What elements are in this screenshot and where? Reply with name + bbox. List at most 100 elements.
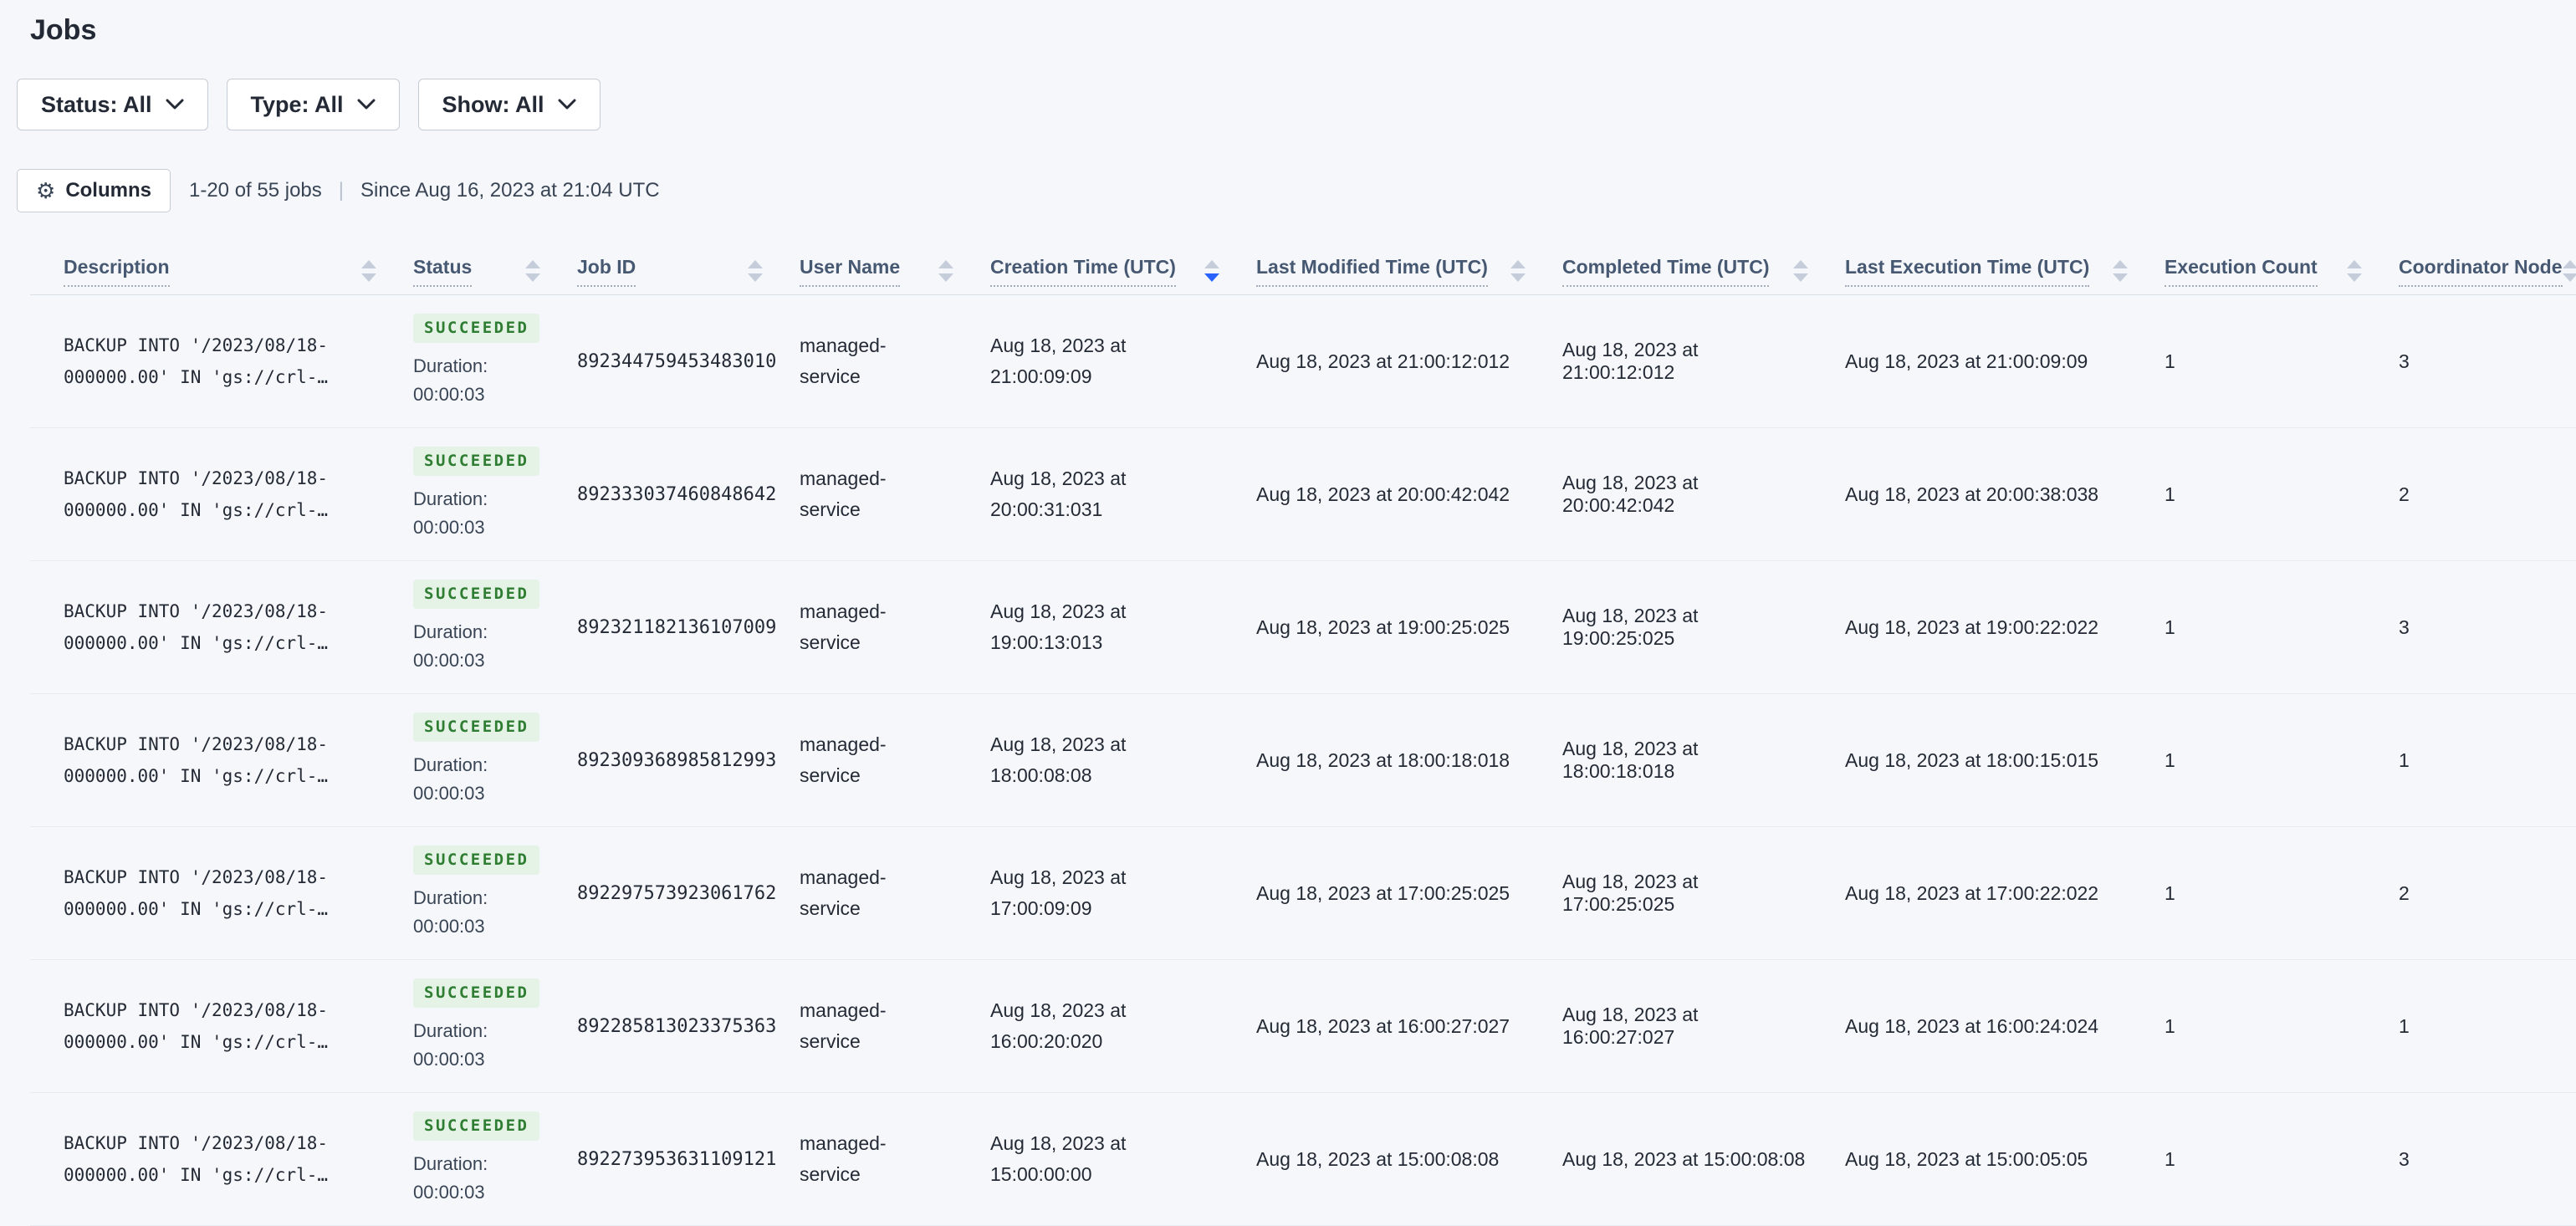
completed-time: Aug 18, 2023 at 21:00:12:012 xyxy=(1562,339,1845,384)
table-header-row: Description Status Job ID User Name Crea… xyxy=(30,248,2576,295)
last-modified-time: Aug 18, 2023 at 15:00:08:08 xyxy=(1256,1148,1562,1171)
job-duration: Duration: 00:00:03 xyxy=(413,352,488,409)
sort-down-icon xyxy=(2563,273,2576,282)
completed-time: Aug 18, 2023 at 16:00:27:027 xyxy=(1562,1004,1845,1049)
column-header-label: Creation Time (UTC) xyxy=(990,256,1176,287)
sort-down-icon xyxy=(1510,273,1526,282)
user-name: managed- service xyxy=(800,995,990,1057)
status-badge: SUCCEEDED xyxy=(413,845,539,875)
status-badge: SUCCEEDED xyxy=(413,978,539,1008)
status-filter-dropdown[interactable]: Status: All xyxy=(17,79,208,130)
completed-time: Aug 18, 2023 at 20:00:42:042 xyxy=(1562,472,1845,517)
sort-arrows-icon[interactable] xyxy=(2563,260,2576,282)
job-description[interactable]: BACKUP INTO '/2023/08/18- 000000.00' IN … xyxy=(64,1127,413,1191)
execution-count: 1 xyxy=(2165,616,2399,639)
sort-down-icon xyxy=(361,273,376,282)
sort-arrows-icon[interactable] xyxy=(361,260,376,282)
sort-down-icon xyxy=(2113,273,2128,282)
column-header-job-id[interactable]: Job ID xyxy=(577,256,800,287)
sort-down-icon xyxy=(1793,273,1808,282)
sort-arrows-icon[interactable] xyxy=(525,260,540,282)
coordinator-node: 3 xyxy=(2399,1148,2566,1171)
gear-icon: ⚙ xyxy=(36,180,55,202)
column-header-completed-time[interactable]: Completed Time (UTC) xyxy=(1562,256,1845,287)
job-id: 892297573923061762 xyxy=(577,883,800,904)
column-header-execution-count[interactable]: Execution Count xyxy=(2165,256,2399,287)
job-duration: Duration: 00:00:03 xyxy=(413,485,488,542)
status-badge: SUCCEEDED xyxy=(413,713,539,742)
job-status-cell: SUCCEEDED Duration: 00:00:03 xyxy=(413,845,577,941)
column-header-user-name[interactable]: User Name xyxy=(800,256,990,287)
execution-count: 1 xyxy=(2165,882,2399,905)
column-header-label: Job ID xyxy=(577,256,636,287)
sort-down-icon xyxy=(2347,273,2362,282)
sort-arrows-icon[interactable] xyxy=(1510,260,1526,282)
show-filter-dropdown[interactable]: Show: All xyxy=(418,79,601,130)
last-modified-time: Aug 18, 2023 at 20:00:42:042 xyxy=(1256,483,1562,506)
jobs-table: Description Status Job ID User Name Crea… xyxy=(30,248,2576,1226)
sort-down-icon xyxy=(748,273,763,282)
last-modified-time: Aug 18, 2023 at 19:00:25:025 xyxy=(1256,616,1562,639)
execution-count: 1 xyxy=(2165,1015,2399,1038)
status-badge: SUCCEEDED xyxy=(413,447,539,476)
creation-time: Aug 18, 2023 at 17:00:09:09 xyxy=(990,862,1256,924)
status-badge: SUCCEEDED xyxy=(413,1111,539,1141)
table-row: BACKUP INTO '/2023/08/18- 000000.00' IN … xyxy=(30,1093,2576,1226)
column-header-creation-time[interactable]: Creation Time (UTC) xyxy=(990,256,1256,287)
last-execution-time: Aug 18, 2023 at 20:00:38:038 xyxy=(1845,483,2165,506)
sort-up-icon xyxy=(2113,260,2128,268)
job-status-cell: SUCCEEDED Duration: 00:00:03 xyxy=(413,713,577,808)
job-description[interactable]: BACKUP INTO '/2023/08/18- 000000.00' IN … xyxy=(64,728,413,792)
creation-time: Aug 18, 2023 at 19:00:13:013 xyxy=(990,596,1256,658)
sort-arrows-icon[interactable] xyxy=(748,260,763,282)
sort-arrows-icon[interactable] xyxy=(938,260,953,282)
last-modified-time: Aug 18, 2023 at 21:00:12:012 xyxy=(1256,350,1562,373)
sort-up-icon xyxy=(938,260,953,268)
job-id: 892333037460848642 xyxy=(577,484,800,505)
column-header-last-execution-time[interactable]: Last Execution Time (UTC) xyxy=(1845,256,2165,287)
last-execution-time: Aug 18, 2023 at 19:00:22:022 xyxy=(1845,616,2165,639)
table-row: BACKUP INTO '/2023/08/18- 000000.00' IN … xyxy=(30,295,2576,428)
columns-button[interactable]: ⚙ Columns xyxy=(17,169,171,212)
creation-time: Aug 18, 2023 at 20:00:31:031 xyxy=(990,463,1256,525)
filter-label: Type: All xyxy=(251,92,344,118)
sort-arrows-icon[interactable] xyxy=(1793,260,1808,282)
coordinator-node: 3 xyxy=(2399,616,2566,639)
job-description[interactable]: BACKUP INTO '/2023/08/18- 000000.00' IN … xyxy=(64,462,413,526)
sort-up-icon xyxy=(2347,260,2362,268)
last-execution-time: Aug 18, 2023 at 21:00:09:09 xyxy=(1845,350,2165,373)
sort-arrows-icon[interactable] xyxy=(2347,260,2362,282)
status-badge: SUCCEEDED xyxy=(413,314,539,343)
job-description[interactable]: BACKUP INTO '/2023/08/18- 000000.00' IN … xyxy=(64,329,413,393)
sort-arrows-icon[interactable] xyxy=(2113,260,2128,282)
job-id: 892285813023375363 xyxy=(577,1016,800,1037)
column-header-label: Last Execution Time (UTC) xyxy=(1845,256,2089,287)
table-row: BACKUP INTO '/2023/08/18- 000000.00' IN … xyxy=(30,561,2576,694)
column-header-last-modified-time[interactable]: Last Modified Time (UTC) xyxy=(1256,256,1562,287)
column-header-label: Status xyxy=(413,256,472,287)
column-header-description[interactable]: Description xyxy=(64,256,413,287)
sort-up-icon xyxy=(1204,260,1219,268)
column-header-coordinator-node[interactable]: Coordinator Node xyxy=(2399,256,2566,287)
user-name: managed- service xyxy=(800,330,990,392)
job-description[interactable]: BACKUP INTO '/2023/08/18- 000000.00' IN … xyxy=(64,994,413,1058)
column-header-label: Last Modified Time (UTC) xyxy=(1256,256,1488,287)
columns-button-label: Columns xyxy=(65,179,151,202)
job-status-cell: SUCCEEDED Duration: 00:00:03 xyxy=(413,447,577,542)
sort-arrows-icon[interactable] xyxy=(1204,260,1219,282)
creation-time: Aug 18, 2023 at 21:00:09:09 xyxy=(990,330,1256,392)
job-description[interactable]: BACKUP INTO '/2023/08/18- 000000.00' IN … xyxy=(64,861,413,925)
user-name: managed- service xyxy=(800,862,990,924)
completed-time: Aug 18, 2023 at 15:00:08:08 xyxy=(1562,1148,1845,1171)
filter-label: Show: All xyxy=(442,92,544,118)
page-title: Jobs xyxy=(30,12,2576,49)
job-duration: Duration: 00:00:03 xyxy=(413,1017,488,1074)
table-row: BACKUP INTO '/2023/08/18- 000000.00' IN … xyxy=(30,694,2576,827)
job-description[interactable]: BACKUP INTO '/2023/08/18- 000000.00' IN … xyxy=(64,595,413,659)
toolbar-separator: | xyxy=(339,179,344,202)
column-header-status[interactable]: Status xyxy=(413,256,577,287)
jobs-count: 1-20 of 55 jobs xyxy=(189,179,322,202)
type-filter-dropdown[interactable]: Type: All xyxy=(227,79,400,130)
table-row: BACKUP INTO '/2023/08/18- 000000.00' IN … xyxy=(30,827,2576,960)
column-header-label: Coordinator Node xyxy=(2399,256,2563,287)
